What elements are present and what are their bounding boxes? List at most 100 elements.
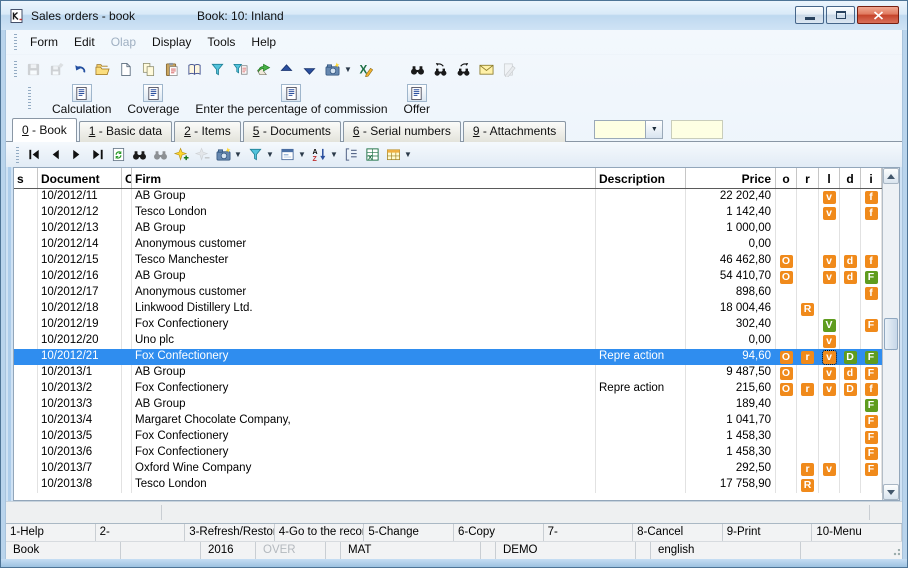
column-header-description[interactable]: Description (596, 168, 686, 188)
fkey-2[interactable]: 2- (96, 524, 186, 541)
cell-document[interactable]: 10/2013/1 (38, 365, 122, 381)
action-calculation[interactable]: Calculation (52, 84, 111, 116)
table-row[interactable]: 10/2013/8Tesco London17 758,90R (14, 477, 882, 493)
cell-s[interactable] (14, 477, 38, 493)
column-header-i[interactable]: i (861, 168, 882, 188)
cell-i[interactable] (861, 477, 882, 493)
scrollbar-up-button[interactable] (883, 168, 899, 184)
column-header-document[interactable]: Document (38, 168, 122, 188)
paste-document-button[interactable] (160, 58, 183, 80)
move-up-button[interactable] (275, 58, 298, 80)
cell-d[interactable]: D (840, 381, 861, 397)
cell-price[interactable]: 898,60 (686, 285, 776, 301)
journal-button[interactable] (183, 58, 206, 80)
filter-dropdown[interactable]: ▼ (266, 150, 277, 159)
cell-document[interactable]: 10/2012/15 (38, 253, 122, 269)
cell-i[interactable] (861, 333, 882, 349)
cell-description[interactable] (596, 221, 686, 237)
cell-price[interactable]: 9 487,50 (686, 365, 776, 381)
cell-description[interactable] (596, 301, 686, 317)
cell-document[interactable]: 10/2013/2 (38, 381, 122, 397)
fkey-1-help[interactable]: 1-Help (6, 524, 96, 541)
cell-l[interactable] (819, 445, 840, 461)
cell-l[interactable]: v (819, 365, 840, 381)
cell-price[interactable]: 1 142,40 (686, 205, 776, 221)
cell-document[interactable]: 10/2013/5 (38, 429, 122, 445)
cell-document[interactable]: 10/2013/4 (38, 413, 122, 429)
cell-l[interactable] (819, 301, 840, 317)
cell-r[interactable] (797, 365, 819, 381)
cell-price[interactable]: 94,60 (686, 349, 776, 365)
cell-r[interactable] (797, 445, 819, 461)
cell-d[interactable]: d (840, 253, 861, 269)
cell-r[interactable] (797, 221, 819, 237)
cell-price[interactable]: 1 458,30 (686, 429, 776, 445)
last-record-button[interactable] (87, 144, 108, 165)
cell-c[interactable] (122, 477, 132, 493)
find-previous-button[interactable] (429, 58, 452, 80)
cell-r[interactable]: r (797, 461, 819, 477)
resize-grip[interactable] (892, 549, 900, 557)
cell-d[interactable] (840, 285, 861, 301)
cell-o[interactable]: O (776, 269, 797, 285)
close-button[interactable] (857, 6, 899, 24)
cell-r[interactable] (797, 429, 819, 445)
cell-c[interactable] (122, 445, 132, 461)
cell-s[interactable] (14, 285, 38, 301)
cell-document[interactable]: 10/2012/12 (38, 205, 122, 221)
cell-o[interactable]: O (776, 349, 797, 365)
cell-s[interactable] (14, 445, 38, 461)
cell-document[interactable]: 10/2012/13 (38, 221, 122, 237)
first-record-button[interactable] (24, 144, 45, 165)
fkey-4-go-to-the-record[interactable]: 4-Go to the record (275, 524, 365, 541)
cell-i[interactable]: F (861, 269, 882, 285)
export-excel-button[interactable]: X (362, 144, 383, 165)
secondary-field[interactable] (671, 120, 723, 139)
cell-i[interactable]: F (861, 445, 882, 461)
cell-l[interactable]: v (819, 349, 840, 365)
cell-description[interactable] (596, 333, 686, 349)
cell-firm[interactable]: Fox Confectionery (132, 349, 596, 365)
cell-i[interactable]: F (861, 429, 882, 445)
cell-c[interactable] (122, 429, 132, 445)
cell-document[interactable]: 10/2012/20 (38, 333, 122, 349)
cell-i[interactable] (861, 237, 882, 253)
cell-description[interactable] (596, 269, 686, 285)
cell-document[interactable]: 10/2012/19 (38, 317, 122, 333)
cell-c[interactable] (122, 221, 132, 237)
cell-d[interactable] (840, 397, 861, 413)
cell-i[interactable]: f (861, 381, 882, 397)
send-document-button[interactable] (252, 58, 275, 80)
cell-firm[interactable]: Tesco London (132, 205, 596, 221)
cell-description[interactable]: Repre action (596, 349, 686, 365)
cell-price[interactable]: 46 462,80 (686, 253, 776, 269)
cell-l[interactable] (819, 429, 840, 445)
cell-c[interactable] (122, 253, 132, 269)
cell-r[interactable] (797, 253, 819, 269)
cell-description[interactable] (596, 477, 686, 493)
cell-firm[interactable]: Anonymous customer (132, 285, 596, 301)
cell-r[interactable] (797, 285, 819, 301)
scrollbar-thumb[interactable] (884, 318, 898, 350)
cell-i[interactable]: f (861, 189, 882, 205)
table-row[interactable]: 10/2013/1AB Group9 487,50OvdF (14, 365, 882, 381)
cell-document[interactable]: 10/2013/3 (38, 397, 122, 413)
cell-d[interactable]: d (840, 365, 861, 381)
cell-price[interactable]: 215,60 (686, 381, 776, 397)
fkey-9-print[interactable]: 9-Print (723, 524, 813, 541)
cell-c[interactable] (122, 381, 132, 397)
cell-description[interactable] (596, 237, 686, 253)
cell-firm[interactable]: Oxford Wine Company (132, 461, 596, 477)
cell-firm[interactable]: AB Group (132, 189, 596, 205)
fkey-8-cancel[interactable]: 8-Cancel (633, 524, 723, 541)
cell-document[interactable]: 10/2013/6 (38, 445, 122, 461)
column-header-firm[interactable]: Firm (132, 168, 596, 188)
cell-c[interactable] (122, 317, 132, 333)
cell-r[interactable]: R (797, 301, 819, 317)
action-enter-the-percentage-of-commission[interactable]: Enter the percentage of commission (195, 84, 387, 116)
fkey-3-refresh-restore[interactable]: 3-Refresh/Restore (185, 524, 275, 541)
cell-c[interactable] (122, 365, 132, 381)
cell-o[interactable] (776, 237, 797, 253)
cell-i[interactable]: F (861, 397, 882, 413)
cell-price[interactable]: 0,00 (686, 237, 776, 253)
